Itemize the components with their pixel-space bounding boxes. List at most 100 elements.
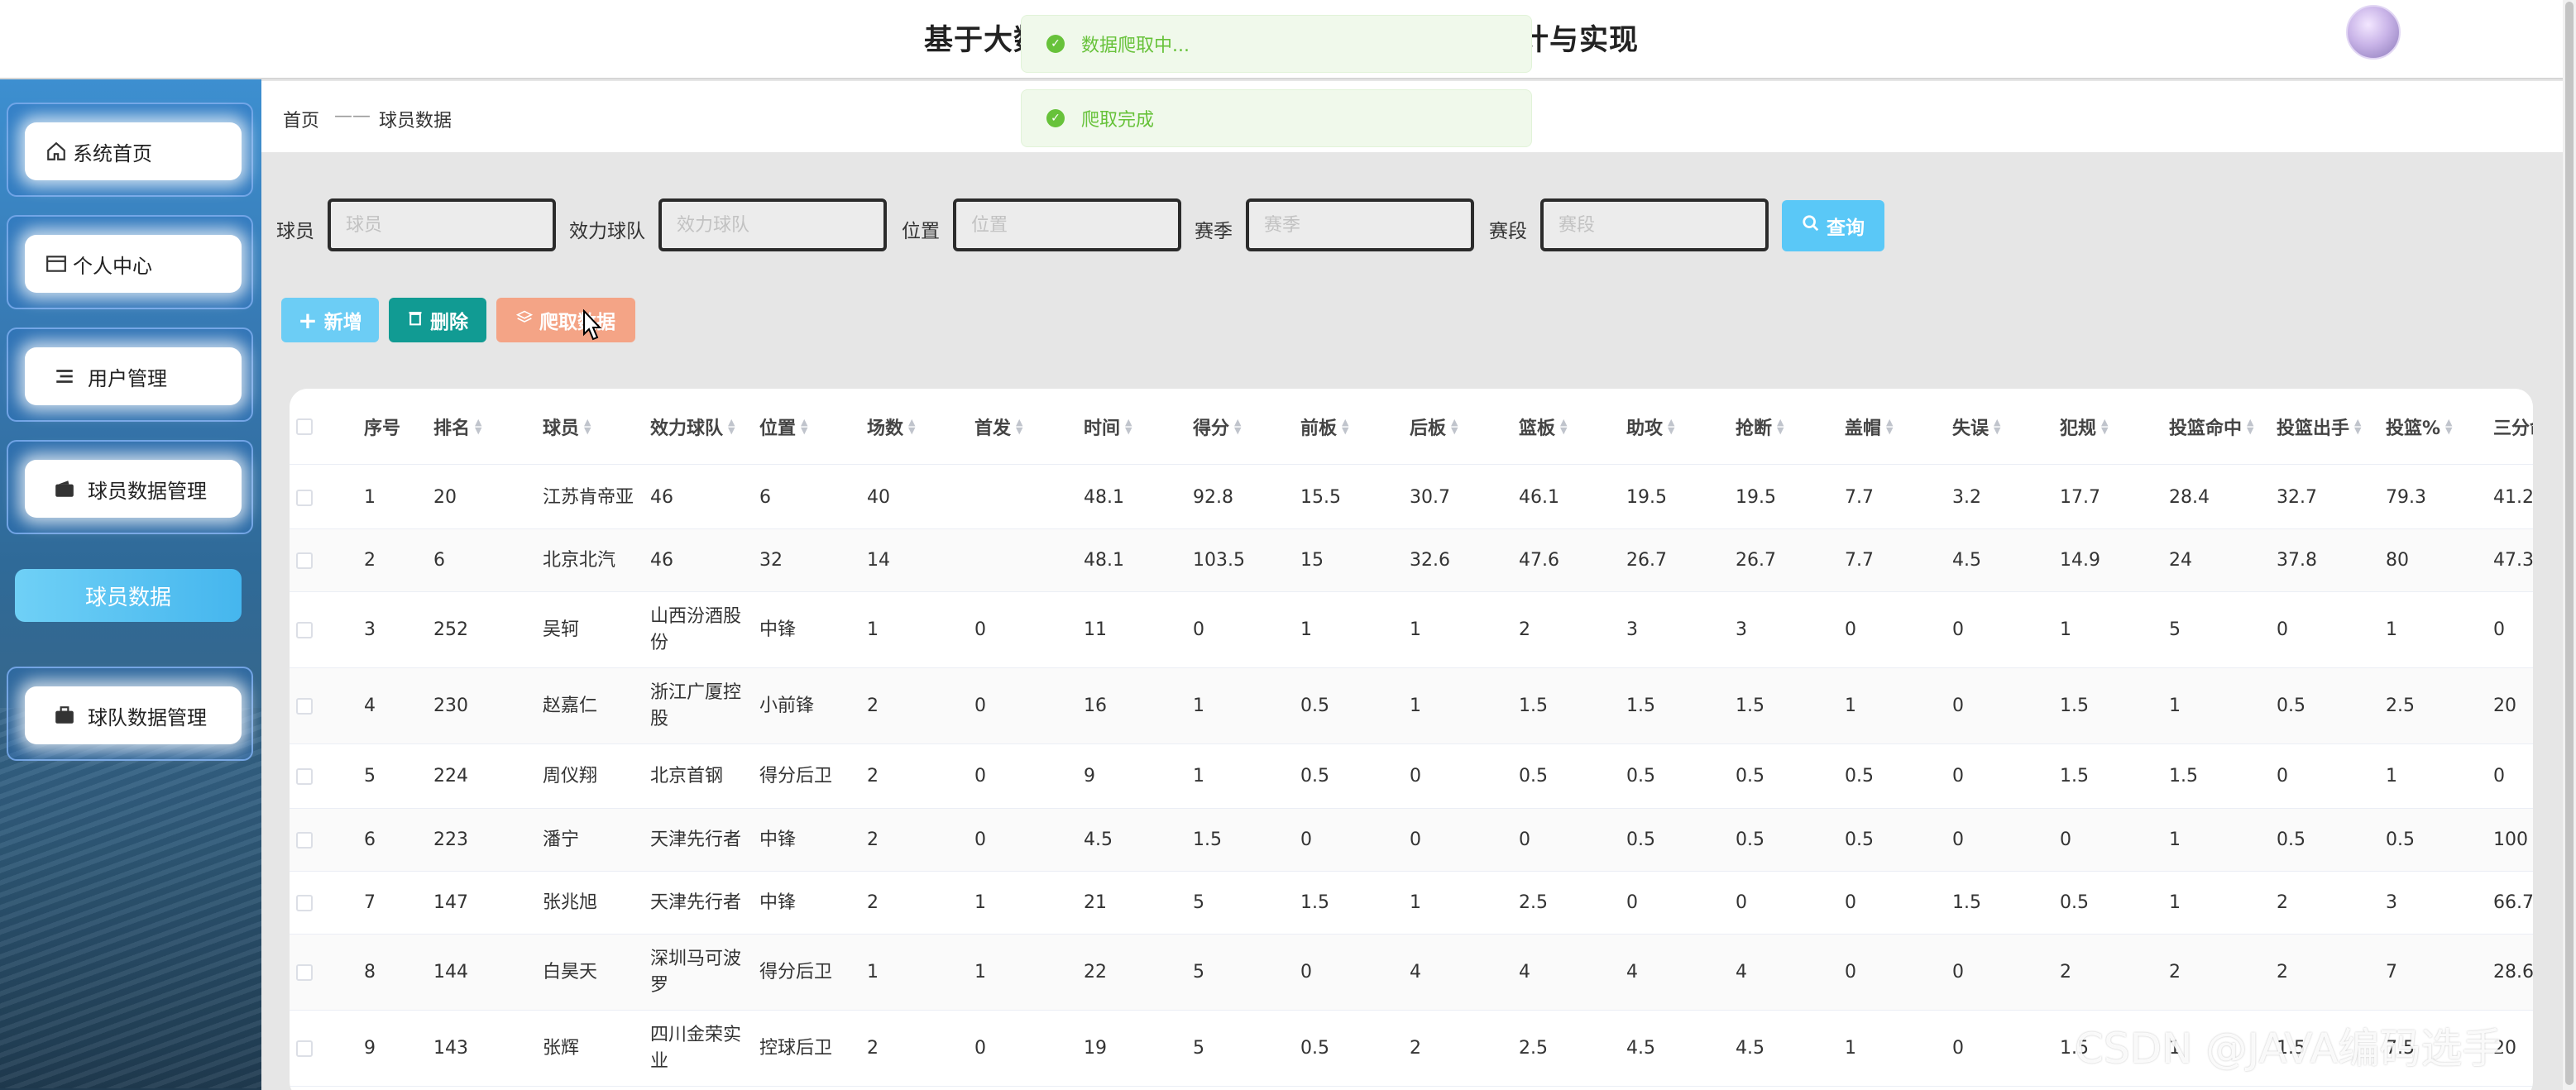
sort-caret-icon[interactable]: ▲ ▼ xyxy=(2354,418,2361,435)
add-button-label: 新增 xyxy=(323,312,362,333)
add-button[interactable]: + 新增 xyxy=(281,298,379,342)
table-cell: 0 xyxy=(1736,892,1747,913)
stage-search-input[interactable] xyxy=(1540,198,1769,251)
sort-caret-icon[interactable]: ▲ ▼ xyxy=(1994,418,2000,435)
table-cell: 11 xyxy=(1084,619,1107,640)
table-row[interactable]: 6 223 潘宁 天津先行者 中锋 2 0 4.5 1.5 0 0 0 0.5 0.5 0.5 0 0 1 0.5 0… xyxy=(290,809,2533,872)
table-row[interactable]: 1 20 江苏肯帝亚 46 6 40 48.1 92.8 15.5 30.7 46.1 19.5 19.… xyxy=(290,466,2533,529)
sort-caret-icon[interactable]: ▲ ▼ xyxy=(1451,418,1458,435)
row-checkbox[interactable] xyxy=(296,964,313,981)
table-cell: 19.5 xyxy=(1626,486,1667,508)
sidebar-item-pill[interactable]: 球队数据管理 xyxy=(25,686,242,744)
column-header[interactable]: 助攻 ▲ ▼ xyxy=(1626,389,1674,465)
row-checkbox[interactable] xyxy=(296,622,313,638)
table-cell: 江苏肯帝亚 xyxy=(543,486,634,508)
position-search-input[interactable] xyxy=(953,198,1181,251)
sort-caret-icon[interactable]: ▲ ▼ xyxy=(584,418,591,435)
row-checkbox[interactable] xyxy=(296,895,313,911)
sidebar-item-users[interactable]: 用户管理 xyxy=(7,327,253,422)
sort-caret-icon[interactable]: ▲ ▼ xyxy=(2445,418,2452,435)
column-header[interactable]: 投篮出手 ▲ ▼ xyxy=(2277,389,2361,465)
sidebar-item-team-data-management[interactable]: 球队数据管理 xyxy=(7,667,253,761)
sidebar-item-home[interactable]: 系统首页 xyxy=(7,103,253,197)
table-row[interactable]: 3 252 吴轲 山西汾酒股 份中锋 1 0 11 0 1 1 2 3 3 0 0 1 5 0 1 0 xyxy=(290,592,2533,668)
table-cell: 4 xyxy=(1519,961,1530,982)
row-checkbox[interactable] xyxy=(296,490,313,506)
sort-caret-icon[interactable]: ▲ ▼ xyxy=(1777,418,1784,435)
sort-caret-icon[interactable]: ▲ ▼ xyxy=(1234,418,1241,435)
table-header: 序号 排名 ▲ ▼ 球员 ▲ ▼ 效力球队 ▲ ▼ 位置 ▲ ▼ 场数 ▲ ▼ 首发 ▲ ▼ 时间 ▲ ▼ 得分 ▲ ▼ 前板 ▲ ▼… xyxy=(290,389,2533,465)
column-header[interactable]: 投篮% ▲ ▼ xyxy=(2386,389,2453,465)
column-header[interactable]: 犯规 ▲ ▼ xyxy=(2060,389,2108,465)
table-cell: 0 xyxy=(1193,619,1204,640)
table-cell: 0.5 xyxy=(2277,829,2305,850)
sidebar-item-profile[interactable]: 个人中心 xyxy=(7,215,253,309)
sort-caret-icon[interactable]: ▲ ▼ xyxy=(2101,418,2108,435)
sidebar-item-pill[interactable]: 系统首页 xyxy=(25,122,242,180)
avatar[interactable] xyxy=(2346,5,2401,60)
column-header[interactable]: 效力球队 ▲ ▼ xyxy=(650,389,735,465)
scrollbar-thumb[interactable] xyxy=(2565,2,2574,1085)
table-cell: 0 xyxy=(2493,765,2505,786)
row-checkbox[interactable] xyxy=(296,1040,313,1057)
table-cell: 1 xyxy=(974,892,986,913)
search-label-position: 位置 xyxy=(902,221,940,242)
column-header[interactable]: 后板 ▲ ▼ xyxy=(1410,389,1458,465)
column-header-label: 投篮% xyxy=(2386,418,2441,439)
sort-caret-icon[interactable]: ▲ ▼ xyxy=(1886,418,1893,435)
sidebar-item-pill[interactable]: 用户管理 xyxy=(25,347,242,405)
row-checkbox[interactable] xyxy=(296,832,313,849)
table-row[interactable]: 5 224 周仪翔 北京首钢 得分后卫 2 0 9 1 0.5 0 0.5 0.5 0.5 0.5 0 1.5 1… xyxy=(290,744,2533,809)
column-header[interactable]: 投篮命中 ▲ ▼ xyxy=(2169,389,2253,465)
row-checkbox[interactable] xyxy=(296,768,313,785)
table-cell: 控球后卫 xyxy=(759,1037,833,1059)
column-header[interactable]: 序号 xyxy=(364,389,400,465)
select-all-checkbox[interactable] xyxy=(296,418,313,435)
column-header-label: 抢断 xyxy=(1736,418,1773,439)
breadcrumb-home[interactable]: 首页 xyxy=(283,106,319,132)
sort-caret-icon[interactable]: ▲ ▼ xyxy=(1560,418,1567,435)
column-header[interactable]: 排名 ▲ ▼ xyxy=(433,389,481,465)
column-header[interactable]: 得分 ▲ ▼ xyxy=(1193,389,1241,465)
sort-caret-icon[interactable]: ▲ ▼ xyxy=(1668,418,1674,435)
column-header[interactable]: 位置 ▲ ▼ xyxy=(759,389,807,465)
delete-button[interactable]: 删除 xyxy=(389,298,486,342)
table-cell: 0 xyxy=(1300,961,1312,982)
query-button[interactable]: 查询 xyxy=(1782,200,1884,251)
sidebar-item-player-data-management[interactable]: 球员数据管理 xyxy=(7,440,253,534)
column-header[interactable]: 三分命▲▼ xyxy=(2493,389,2533,465)
player-search-input[interactable] xyxy=(328,198,556,251)
column-header-label: 得分 xyxy=(1193,418,1230,439)
crawl-data-button[interactable]: 爬取数据 xyxy=(496,298,635,342)
column-header[interactable]: 首发 ▲ ▼ xyxy=(974,389,1022,465)
sort-caret-icon[interactable]: ▲ ▼ xyxy=(1125,418,1132,435)
column-header[interactable]: 抢断 ▲ ▼ xyxy=(1736,389,1784,465)
column-header[interactable]: 场数 ▲ ▼ xyxy=(867,389,915,465)
sort-caret-icon[interactable]: ▲ ▼ xyxy=(2247,418,2253,435)
sidebar-item-pill[interactable]: 球员数据管理 xyxy=(25,460,242,518)
table-row[interactable]: 7 147 张兆旭 天津先行者 中锋 2 1 21 5 1.5 1 2.5 0 0 0 1.5 0.5 1 2 3 66… xyxy=(290,872,2533,935)
sort-caret-icon[interactable]: ▲ ▼ xyxy=(1342,418,1348,435)
column-header[interactable]: 盖帽 ▲ ▼ xyxy=(1845,389,1893,465)
row-checkbox[interactable] xyxy=(296,698,313,715)
sidebar-subitem-player-data[interactable]: 球员数据 xyxy=(15,569,242,622)
team-search-input[interactable] xyxy=(658,198,887,251)
column-header[interactable]: 前板 ▲ ▼ xyxy=(1300,389,1348,465)
table-row[interactable]: 8 144 白昊天 深圳马可波 罗得分后卫 1 1 22 5 0 4 4 4 4 0 0 2 2 2 7 28.6 xyxy=(290,935,2533,1011)
sort-caret-icon[interactable]: ▲ ▼ xyxy=(908,418,915,435)
row-checkbox[interactable] xyxy=(296,552,313,569)
column-header[interactable]: 失误 ▲ ▼ xyxy=(1952,389,2000,465)
season-search-input[interactable] xyxy=(1246,198,1474,251)
table-row[interactable]: 2 6 北京北汽 46 32 14 48.1 103.5 15 32.6 47.6 26.7 26.7 7… xyxy=(290,529,2533,592)
column-header[interactable]: 球员 ▲ ▼ xyxy=(543,389,591,465)
sort-caret-icon[interactable]: ▲ ▼ xyxy=(801,418,807,435)
sort-caret-icon[interactable]: ▲ ▼ xyxy=(475,418,481,435)
sort-caret-icon[interactable]: ▲ ▼ xyxy=(728,418,735,435)
page-scrollbar[interactable] xyxy=(2563,0,2576,1090)
column-header[interactable]: 篮板 ▲ ▼ xyxy=(1519,389,1567,465)
table-cell: 0.5 xyxy=(2060,892,2089,913)
sort-caret-icon[interactable]: ▲ ▼ xyxy=(1016,418,1022,435)
table-row[interactable]: 4 230 赵嘉仁 浙江广厦控 股小前锋 2 0 16 1 0.5 1 1.5 1.5 1.5 1 0 1.5… xyxy=(290,668,2533,744)
sidebar-item-pill[interactable]: 个人中心 xyxy=(25,235,242,293)
column-header[interactable]: 时间 ▲ ▼ xyxy=(1084,389,1132,465)
